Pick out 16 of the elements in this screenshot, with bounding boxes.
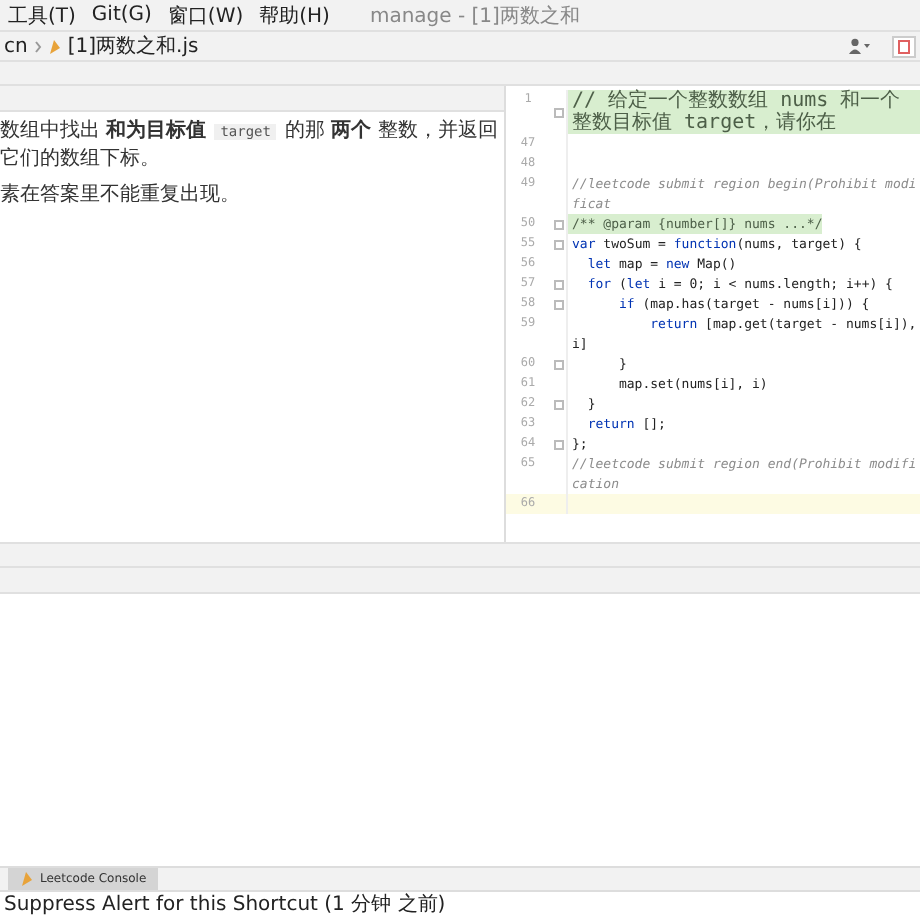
run-config-button[interactable] (892, 35, 916, 57)
breadcrumb-item[interactable]: cn (4, 35, 28, 57)
breadcrumb-item[interactable]: [1]两数之和.js (67, 32, 199, 60)
menu-item[interactable]: 帮助(H) (259, 1, 330, 29)
menu-item[interactable]: Git(G) (91, 4, 152, 26)
fold-icon[interactable] (553, 359, 563, 369)
status-text: Suppress Alert for this Shortcut (1 分钟 之前) (2, 892, 448, 920)
chevron-icon (33, 39, 42, 53)
fold-icon[interactable] (553, 439, 563, 449)
fold-icon[interactable] (553, 107, 563, 117)
window-title: manage - [1]两数之和 (369, 3, 580, 29)
menu-item[interactable]: 工具(T) (8, 1, 76, 29)
menu-item[interactable]: 窗口(W) (167, 1, 244, 29)
description-text: 素在答案里不能重复出现。 (0, 182, 242, 208)
user-icon[interactable] (848, 38, 872, 54)
fold-icon[interactable] (553, 399, 563, 409)
